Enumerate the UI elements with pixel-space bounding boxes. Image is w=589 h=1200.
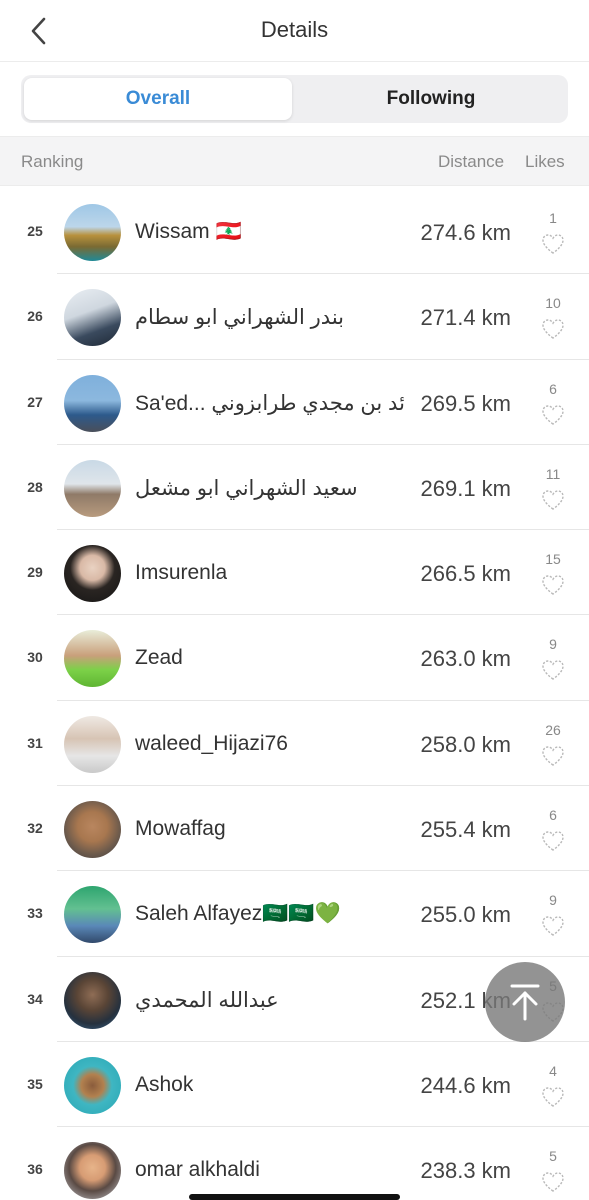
avatar[interactable]	[64, 1142, 121, 1200]
athlete-name[interactable]: Wissam 🇱🇧	[135, 220, 242, 244]
heart-icon[interactable]	[541, 830, 565, 852]
rank-number: 27	[27, 393, 43, 410]
rank-number: 32	[27, 820, 43, 837]
athlete-name[interactable]: waleed_Hijazi76	[135, 732, 288, 756]
athlete-name[interactable]: عبدالله المحمدي	[135, 988, 279, 1013]
likes-count: 6	[549, 380, 557, 397]
heart-icon[interactable]	[541, 318, 565, 340]
athlete-name[interactable]: Sa'ed... سائد بن مجدي طرابزوني	[135, 391, 405, 416]
heart-icon[interactable]	[541, 1086, 565, 1108]
likes-count: 11	[545, 465, 561, 482]
table-row[interactable]: 28 سعيد الشهراني ابو مشعل 269.1 km 11	[0, 445, 589, 531]
table-row[interactable]: 25 Wissam 🇱🇧 274.6 km 1	[0, 189, 589, 275]
avatar[interactable]	[64, 886, 121, 944]
athlete-name[interactable]: Zead	[135, 646, 183, 670]
table-header: Ranking Distance Likes	[0, 136, 589, 186]
distance-value: 269.1 km	[420, 475, 512, 501]
table-row[interactable]: 26 بندر الشهراني ابو سطام 271.4 km 10	[0, 274, 589, 360]
top-nav-bar: Details	[0, 0, 589, 62]
avatar[interactable]	[64, 630, 121, 688]
heart-icon[interactable]	[541, 659, 565, 681]
avatar[interactable]	[64, 289, 121, 347]
tab-following[interactable]: Following	[297, 78, 565, 120]
avatar[interactable]	[64, 971, 121, 1029]
column-likes: Likes	[525, 152, 565, 171]
rank-number: 35	[27, 1075, 43, 1092]
likes-count: 1	[549, 210, 557, 226]
avatar[interactable]	[64, 459, 121, 517]
distance-value: 255.4 km	[420, 817, 512, 843]
athlete-name[interactable]: Mowaffag	[135, 817, 226, 841]
athlete-name[interactable]: Saleh Alfayez🇸🇦🇸🇦💚	[135, 902, 341, 926]
table-row[interactable]: 27 Sa'ed... سائد بن مجدي طرابزوني 269.5 km…	[0, 360, 589, 446]
likes-count: 15	[545, 551, 561, 568]
heart-icon[interactable]	[541, 915, 565, 937]
likes-count: 4	[549, 1062, 557, 1079]
avatar[interactable]	[64, 374, 121, 432]
distance-value: 255.0 km	[420, 902, 512, 928]
column-ranking: Ranking	[21, 152, 84, 171]
page-title: Details	[260, 17, 329, 42]
distance-value: 274.6 km	[420, 220, 512, 245]
tab-overall[interactable]: Overall	[24, 78, 292, 120]
table-row[interactable]: 31 waleed_Hijazi76 258.0 km 26	[0, 701, 589, 787]
segmented-control: Overall Following	[21, 75, 568, 123]
likes-count: 6	[549, 807, 557, 824]
distance-value: 271.4 km	[420, 305, 512, 331]
likes-count: 10	[545, 295, 561, 312]
athlete-name[interactable]: بندر الشهراني ابو سطام	[135, 305, 344, 330]
column-distance: Distance	[438, 152, 505, 171]
home-indicator	[189, 1194, 400, 1200]
heart-icon[interactable]	[541, 745, 565, 767]
rank-number: 36	[27, 1161, 43, 1178]
rank-number: 26	[27, 308, 43, 325]
avatar[interactable]	[64, 715, 121, 773]
arrow-up-to-top-icon	[510, 984, 540, 1021]
table-row[interactable]: 35 Ashok 244.6 km 4	[0, 1042, 589, 1128]
table-row[interactable]: 33 Saleh Alfayez🇸🇦🇸🇦💚 255.0 km 9	[0, 871, 589, 957]
athlete-name[interactable]: omar alkhaldi	[135, 1158, 260, 1182]
heart-icon[interactable]	[541, 233, 565, 255]
avatar[interactable]	[64, 801, 121, 859]
leaderboard-list: 25 Wissam 🇱🇧 274.6 km 1 26 بندر الشهراني ابو …	[0, 189, 589, 1200]
distance-value: 258.0 km	[420, 731, 512, 757]
avatar[interactable]	[64, 1056, 121, 1114]
heart-icon[interactable]	[541, 1171, 565, 1193]
table-row[interactable]: 30 Zead 263.0 km 9	[0, 615, 589, 702]
table-row[interactable]: 32 Mowaffag 255.4 km 6	[0, 786, 589, 872]
rank-number: 33	[27, 905, 43, 922]
distance-value: 269.5 km	[420, 390, 512, 416]
rank-number: 30	[27, 649, 43, 666]
rank-number: 29	[27, 564, 43, 581]
rank-number: 28	[27, 478, 43, 495]
distance-value: 238.3 km	[420, 1158, 512, 1184]
likes-count: 5	[549, 1148, 557, 1165]
heart-icon[interactable]	[541, 489, 565, 511]
likes-count: 9	[549, 892, 557, 909]
table-row[interactable]: 36 omar alkhaldi 238.3 km 5	[0, 1127, 589, 1200]
distance-value: 244.6 km	[420, 1072, 512, 1098]
distance-value: 266.5 km	[420, 561, 512, 587]
athlete-name[interactable]: Ashok	[135, 1073, 193, 1097]
distance-value: 263.0 km	[420, 646, 512, 672]
rank-number: 31	[27, 734, 43, 751]
table-row[interactable]: 29 Imsurenla 266.5 km 15	[0, 530, 589, 616]
athlete-name[interactable]: Imsurenla	[135, 561, 227, 585]
scroll-to-top-button[interactable]	[485, 962, 565, 1042]
athlete-name[interactable]: سعيد الشهراني ابو مشعل	[135, 476, 358, 501]
likes-count: 9	[549, 636, 557, 653]
avatar[interactable]	[64, 545, 121, 603]
rank-number: 25	[27, 223, 43, 239]
likes-count: 26	[545, 721, 561, 738]
heart-icon[interactable]	[541, 574, 565, 596]
rank-number: 34	[27, 990, 43, 1007]
heart-icon[interactable]	[541, 404, 565, 426]
avatar[interactable]	[64, 204, 121, 261]
